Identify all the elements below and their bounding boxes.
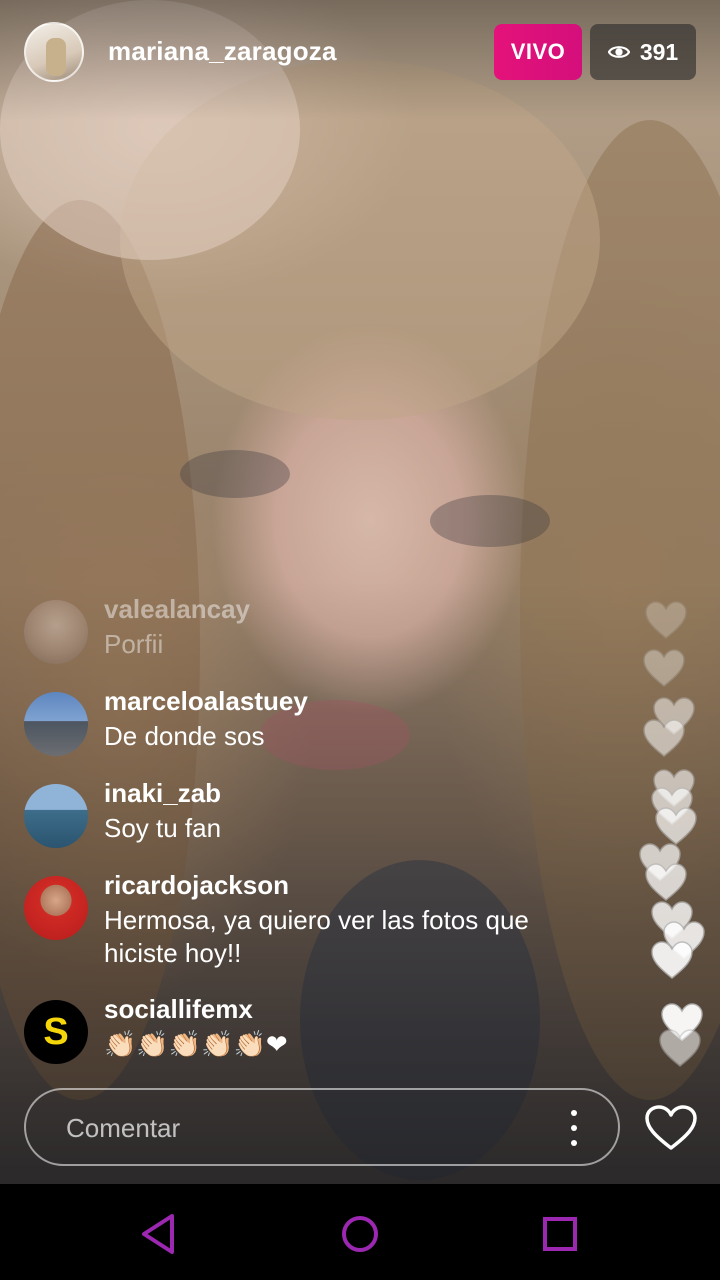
commenter-avatar[interactable] <box>24 692 88 756</box>
back-triangle-icon[interactable] <box>136 1210 184 1258</box>
broadcaster-avatar[interactable] <box>24 22 84 82</box>
comment-input[interactable] <box>64 1108 528 1148</box>
floating-heart-icon <box>645 863 687 901</box>
comment-username[interactable]: inaki_zab <box>104 778 221 809</box>
eye-icon <box>607 46 630 58</box>
comment-text: Hermosa, ya quiero ver las fotos que hic… <box>104 905 529 968</box>
floating-heart-icon <box>651 941 693 979</box>
commenter-avatar[interactable]: S <box>24 1000 88 1064</box>
commenter-avatar[interactable] <box>24 876 88 940</box>
commenter-avatar[interactable] <box>24 600 88 664</box>
viewer-count-badge[interactable]: 391 <box>590 24 696 80</box>
comment-text: 👏🏻👏🏻👏🏻👏🏻👏🏻❤ <box>104 1029 288 1059</box>
comment-text: De donde sos <box>104 721 265 751</box>
live-header: mariana_zaragoza VIVO 391 <box>0 0 720 104</box>
comment-text: Soy tu fan <box>104 813 222 843</box>
floating-heart-icon <box>645 601 687 639</box>
floating-hearts <box>620 590 720 1080</box>
floating-heart-icon <box>655 807 697 845</box>
comment-text: Porfii <box>104 629 164 659</box>
floating-heart-icon <box>659 1029 701 1067</box>
viewer-count: 391 <box>639 38 679 65</box>
floating-heart-icon <box>643 719 685 757</box>
more-vertical-icon[interactable] <box>564 1110 584 1146</box>
comment-username[interactable]: ricardojackson <box>104 870 289 901</box>
comment-username[interactable]: marceloalastuey <box>104 686 308 717</box>
heart-outline-icon[interactable] <box>644 1104 698 1152</box>
floating-heart-icon <box>643 649 685 687</box>
comment-username[interactable]: valealancay <box>104 594 250 625</box>
comment-username[interactable]: sociallifemx <box>104 994 253 1025</box>
recents-square-icon[interactable] <box>536 1210 584 1258</box>
live-badge: VIVO <box>494 24 582 80</box>
system-navigation-bar <box>0 1184 720 1280</box>
broadcaster-username[interactable]: mariana_zaragoza <box>108 36 337 67</box>
sociallife-logo: S <box>43 1010 69 1053</box>
comment-box <box>24 1088 620 1166</box>
commenter-avatar[interactable] <box>24 784 88 848</box>
home-circle-icon[interactable] <box>336 1210 384 1258</box>
